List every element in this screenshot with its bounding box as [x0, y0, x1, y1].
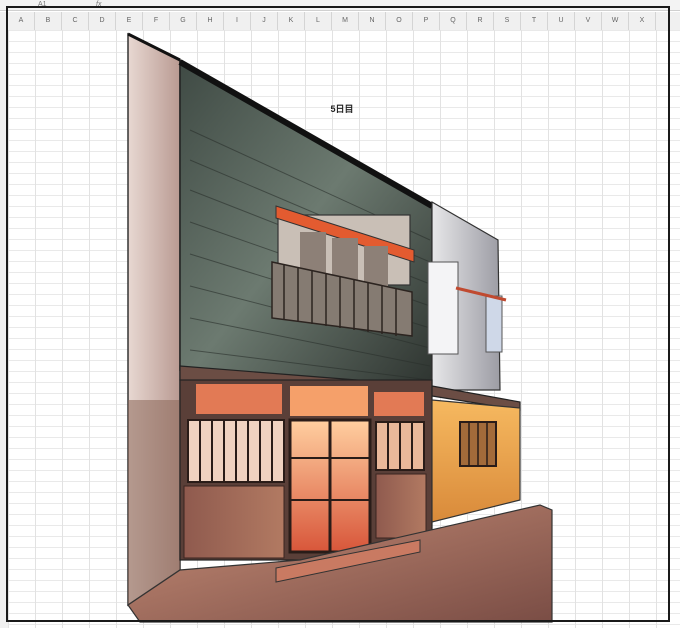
machiya-illustration — [127, 32, 553, 623]
air-conditioner-unit — [427, 261, 459, 355]
sheet-title: 5日目 — [330, 104, 354, 114]
